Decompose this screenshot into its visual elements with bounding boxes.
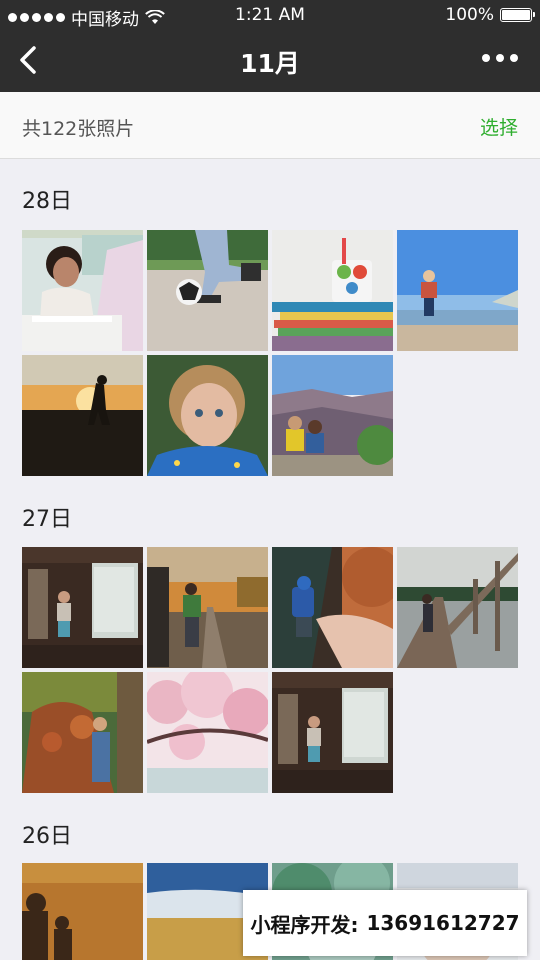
date-header: 26日: [22, 824, 72, 849]
banner-phone: 13691612727: [366, 911, 520, 935]
select-button[interactable]: 选择: [480, 113, 518, 140]
battery-icon: [500, 8, 535, 22]
banner-label: 小程序开发:: [250, 912, 359, 937]
more-icon: [482, 54, 490, 62]
contact-banner[interactable]: 小程序开发: 13691612727: [243, 890, 527, 956]
battery-percent: 100%: [445, 5, 494, 25]
photo-thumbnail[interactable]: [147, 547, 268, 668]
summary-bar: 共122张照片 选择: [0, 92, 540, 159]
photo-thumbnail[interactable]: [22, 547, 143, 668]
photo-thumbnail[interactable]: [22, 355, 143, 476]
photo-thumbnail[interactable]: [397, 230, 518, 351]
date-header: 27日: [22, 507, 72, 532]
more-button[interactable]: [478, 50, 522, 66]
photo-thumbnail[interactable]: [22, 230, 143, 351]
photo-thumbnail[interactable]: [147, 672, 268, 793]
photo-thumbnail[interactable]: [22, 672, 143, 793]
photo-thumbnail[interactable]: [397, 547, 518, 668]
date-header: 28日: [22, 189, 72, 214]
photo-thumbnail[interactable]: [22, 863, 143, 960]
photo-thumbnail[interactable]: [272, 547, 393, 668]
photo-thumbnail[interactable]: [147, 230, 268, 351]
photo-count: 共122张照片: [22, 118, 135, 140]
status-bar: 中国移动 1:21 AM 100%: [0, 0, 540, 30]
navigation-bar: 11月: [0, 30, 540, 92]
photo-thumbnail[interactable]: [272, 672, 393, 793]
page-title: 11月: [240, 49, 300, 78]
photo-thumbnail[interactable]: [272, 355, 393, 476]
photo-thumbnail[interactable]: [272, 230, 393, 351]
photo-thumbnail[interactable]: [147, 355, 268, 476]
